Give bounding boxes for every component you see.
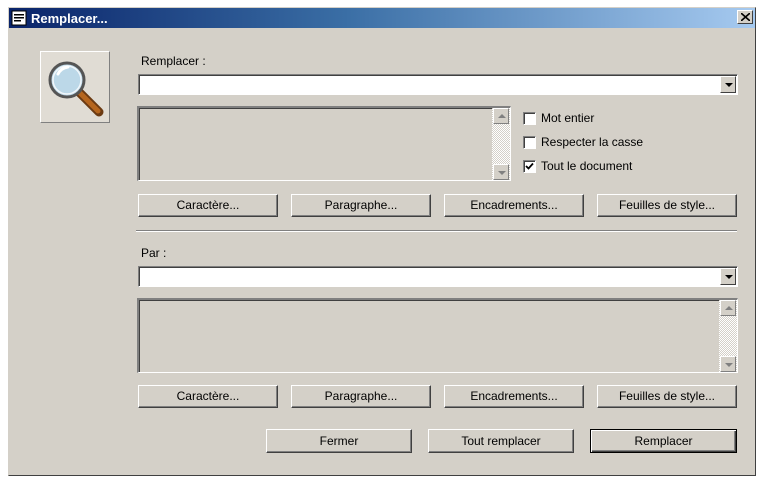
- find-text-area[interactable]: [137, 106, 511, 181]
- replace-scrollbar[interactable]: [719, 300, 737, 372]
- magnifier-graphic: [40, 51, 110, 123]
- match-case-label: Respecter la casse: [541, 135, 644, 149]
- replace-text-area[interactable]: [137, 298, 738, 373]
- close-button[interactable]: Fermer: [266, 429, 412, 453]
- window-title: Remplacer...: [31, 11, 108, 26]
- section-divider: [136, 230, 737, 232]
- find-dropdown-button[interactable]: [720, 76, 736, 93]
- scroll-down-button[interactable]: [493, 164, 509, 180]
- whole-word-checkbox[interactable]: [523, 112, 536, 125]
- replace-label: Par :: [141, 246, 167, 260]
- find-scrollbar[interactable]: [492, 108, 510, 180]
- arrow-down-icon: [498, 171, 506, 175]
- whole-word-label: Mot entier: [541, 111, 595, 125]
- chevron-down-icon: [725, 275, 733, 279]
- close-window-button[interactable]: [737, 10, 753, 24]
- replace-button[interactable]: Remplacer: [590, 429, 737, 453]
- replace-styles-button[interactable]: Feuilles de style...: [597, 385, 737, 408]
- scroll-up-button[interactable]: [493, 108, 509, 124]
- arrow-up-icon: [725, 306, 733, 310]
- scroll-down-button[interactable]: [720, 356, 736, 372]
- app-icon: [11, 10, 27, 26]
- title-bar[interactable]: Remplacer...: [9, 8, 755, 28]
- replace-paragraph-button[interactable]: Paragraphe...: [291, 385, 431, 408]
- replace-frames-button[interactable]: Encadrements...: [444, 385, 584, 408]
- whole-document-label: Tout le document: [541, 159, 633, 173]
- find-styles-button[interactable]: Feuilles de style...: [597, 194, 737, 217]
- match-case-checkbox[interactable]: [523, 136, 536, 149]
- scroll-up-button[interactable]: [720, 300, 736, 316]
- arrow-up-icon: [498, 114, 506, 118]
- replace-dropdown-button[interactable]: [720, 268, 736, 285]
- find-character-button[interactable]: Caractère...: [138, 194, 278, 217]
- close-icon: [741, 13, 750, 21]
- replace-combobox[interactable]: [138, 266, 738, 287]
- replace-dialog: Remplacer... Remplacer : Mot entier Resp…: [8, 7, 756, 476]
- find-paragraph-button[interactable]: Paragraphe...: [291, 194, 431, 217]
- replace-input[interactable]: [141, 268, 717, 283]
- magnifier-icon: [48, 61, 104, 117]
- find-combobox[interactable]: [138, 74, 738, 95]
- whole-document-checkbox[interactable]: [523, 160, 536, 173]
- find-input[interactable]: [141, 76, 717, 91]
- arrow-down-icon: [725, 363, 733, 367]
- find-label: Remplacer :: [141, 54, 206, 68]
- find-frames-button[interactable]: Encadrements...: [444, 194, 584, 217]
- replace-character-button[interactable]: Caractère...: [138, 385, 278, 408]
- replace-all-button[interactable]: Tout remplacer: [428, 429, 574, 453]
- chevron-down-icon: [725, 83, 733, 87]
- checkmark-icon: [525, 162, 534, 170]
